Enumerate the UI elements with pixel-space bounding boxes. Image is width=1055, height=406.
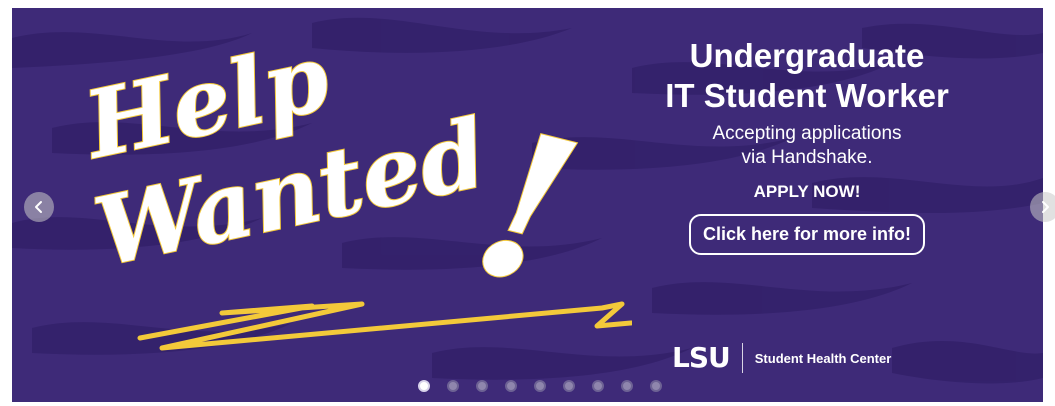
help-wanted-artwork: Help Wanted ! xyxy=(72,22,632,351)
slide-indicator-dots xyxy=(418,380,662,392)
slide-dot-5[interactable] xyxy=(534,380,546,392)
apply-now-text: APPLY NOW! xyxy=(753,182,861,201)
subline-line-2: via Handshake. xyxy=(741,147,873,168)
job-posting-copy: Undergraduate IT Student Worker Acceptin… xyxy=(602,36,1012,255)
more-info-button[interactable]: Click here for more info! xyxy=(688,214,926,255)
chevron-left-icon xyxy=(35,201,42,213)
headline-line-1: Undergraduate xyxy=(689,37,925,74)
slide-dot-4[interactable] xyxy=(505,380,517,392)
slide-dot-9[interactable] xyxy=(650,380,662,392)
gold-zigzag-underline xyxy=(137,301,632,351)
carousel-slide[interactable]: Help Wanted ! Undergraduate IT Student W… xyxy=(12,8,1043,402)
chevron-right-icon xyxy=(1042,201,1049,213)
headline-line-2: IT Student Worker xyxy=(665,77,949,114)
next-slide-button[interactable] xyxy=(1030,192,1055,222)
lsu-branding: LSU Student Health Center xyxy=(672,342,891,374)
lsu-logo: LSU xyxy=(672,341,731,374)
slide-dot-8[interactable] xyxy=(621,380,633,392)
slide-dot-3[interactable] xyxy=(476,380,488,392)
carousel: Help Wanted ! Undergraduate IT Student W… xyxy=(0,0,1055,406)
slide-dot-1[interactable] xyxy=(418,380,430,392)
department-name: Student Health Center xyxy=(754,350,892,366)
slide-dot-6[interactable] xyxy=(563,380,575,392)
previous-slide-button[interactable] xyxy=(24,192,54,222)
slide-dot-2[interactable] xyxy=(447,380,459,392)
brand-divider xyxy=(741,343,743,373)
slide-dot-7[interactable] xyxy=(592,380,604,392)
subline-line-1: Accepting applications xyxy=(712,123,902,144)
